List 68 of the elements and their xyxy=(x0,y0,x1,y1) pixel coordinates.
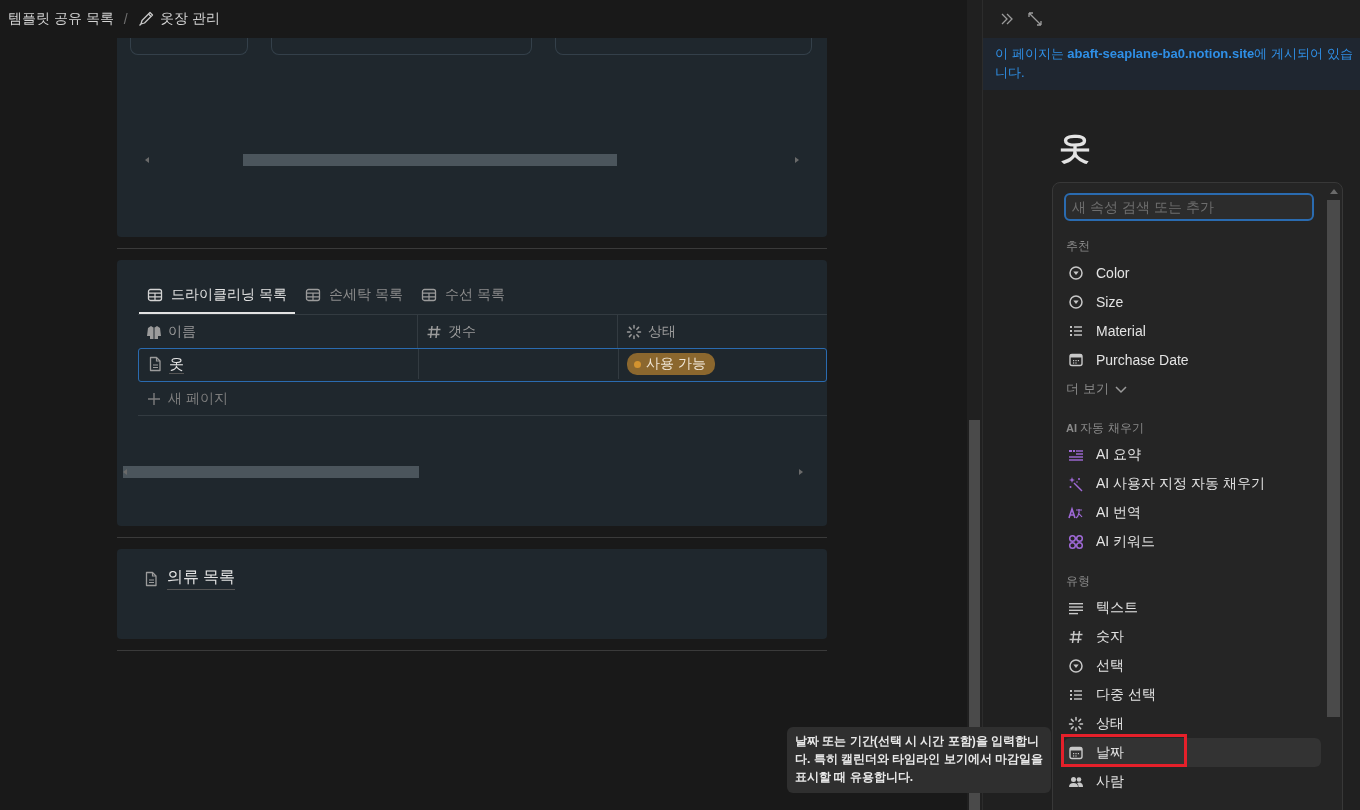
pencil-icon xyxy=(137,11,154,27)
table-icon xyxy=(147,287,163,303)
shirt-icon xyxy=(146,323,162,340)
collapse-button[interactable] xyxy=(999,11,1015,27)
property-option[interactable]: 숫자 xyxy=(1064,622,1321,651)
scroll-right-icon xyxy=(799,469,803,475)
plus-icon xyxy=(146,390,162,407)
gallery-card[interactable] xyxy=(271,38,532,55)
expand-button[interactable] xyxy=(1027,11,1043,27)
new-page-button[interactable]: 새 페이지 xyxy=(138,382,827,416)
status-spinner-icon xyxy=(626,323,642,340)
property-option[interactable]: 상태 xyxy=(1064,709,1321,738)
hash-icon xyxy=(1068,628,1084,645)
column-header[interactable]: 이름 xyxy=(138,315,418,348)
table-icon xyxy=(420,287,437,303)
property-option[interactable]: 선택 xyxy=(1064,651,1321,680)
column-header[interactable]: 갯수 xyxy=(418,315,618,348)
double-chevron-icon xyxy=(999,11,1015,27)
section-label: AI 자동 채우기 xyxy=(1066,420,1145,434)
page-link[interactable]: 의류 목록 xyxy=(167,567,236,590)
expand-arrows-icon xyxy=(1027,11,1043,27)
dropdown-circle-icon xyxy=(1068,293,1084,310)
status-tag: 사용 가능 xyxy=(627,353,715,375)
gallery-card[interactable] xyxy=(555,38,812,55)
published-notice: 이 페이지는 abaft-seaplane-ba0.notion.site에 게시되어 있습니다. xyxy=(983,38,1360,90)
breadcrumb-link[interactable]: 옷장 관리 xyxy=(159,10,220,28)
horizontal-scrollbar[interactable] xyxy=(145,154,799,166)
breadcrumb-separator: / xyxy=(123,11,128,27)
scroll-left-icon xyxy=(145,157,149,163)
property-option[interactable]: Size xyxy=(1064,287,1321,316)
property-option[interactable]: 다중 선택 xyxy=(1064,680,1321,709)
row-title[interactable]: 옷 xyxy=(169,354,184,374)
column-header[interactable]: 상태 xyxy=(618,315,806,348)
property-option[interactable]: AI 번역 xyxy=(1064,498,1321,527)
property-option[interactable]: AI 요약 xyxy=(1064,440,1321,469)
gallery-card[interactable] xyxy=(130,38,248,55)
four-circles-icon xyxy=(1068,533,1084,550)
page-title: 옷 xyxy=(1059,129,1092,168)
calendar-icon xyxy=(1068,351,1084,368)
search-field[interactable]: 새 속성 검색 또는 추가 xyxy=(1064,193,1314,221)
property-option[interactable]: Purchase Date xyxy=(1064,345,1321,374)
dropdown-circle-icon xyxy=(1068,657,1084,674)
calendar-icon xyxy=(1068,744,1084,761)
property-option[interactable]: Color xyxy=(1064,258,1321,287)
scroll-up-icon xyxy=(1330,189,1338,194)
hash-icon xyxy=(426,323,442,340)
status-spinner-icon xyxy=(1068,715,1084,732)
view-tab[interactable]: 손세탁 목록 xyxy=(296,282,411,314)
view-tab[interactable]: 수선 목록 xyxy=(412,282,513,314)
horizontal-scrollbar[interactable] xyxy=(123,466,803,478)
property-option[interactable]: Material xyxy=(1064,316,1321,345)
table-icon xyxy=(304,287,321,303)
property-option[interactable]: 텍스트 xyxy=(1064,593,1321,622)
view-tab[interactable]: 드라이클리닝 목록 xyxy=(139,282,295,314)
property-option[interactable]: AI 키워드 xyxy=(1064,527,1321,556)
section-label: 유형 xyxy=(1066,573,1091,587)
section-label: 추천 xyxy=(1066,238,1091,252)
show-more-button[interactable]: 더 보기 xyxy=(1064,374,1129,403)
scroll-right-icon xyxy=(795,157,799,163)
tooltip-text: 날짜 또는 기간(선택 시 시간 포함)을 입력합니다. 특히 캘린더와 타임라인 보기에서 마감일을 표시할 때 유용합니다. xyxy=(795,733,1043,786)
breadcrumb-link[interactable]: 템플릿 공유 목록 xyxy=(8,10,114,28)
dropdown-circle-icon xyxy=(1068,264,1084,281)
property-option[interactable]: 사람 xyxy=(1064,767,1321,796)
property-option[interactable]: AI 사용자 지정 자동 채우기 xyxy=(1064,469,1321,498)
page-icon xyxy=(147,356,163,372)
magic-wand-icon xyxy=(1068,475,1084,492)
page-icon xyxy=(143,570,159,587)
menu-scrollbar[interactable] xyxy=(1327,200,1340,717)
